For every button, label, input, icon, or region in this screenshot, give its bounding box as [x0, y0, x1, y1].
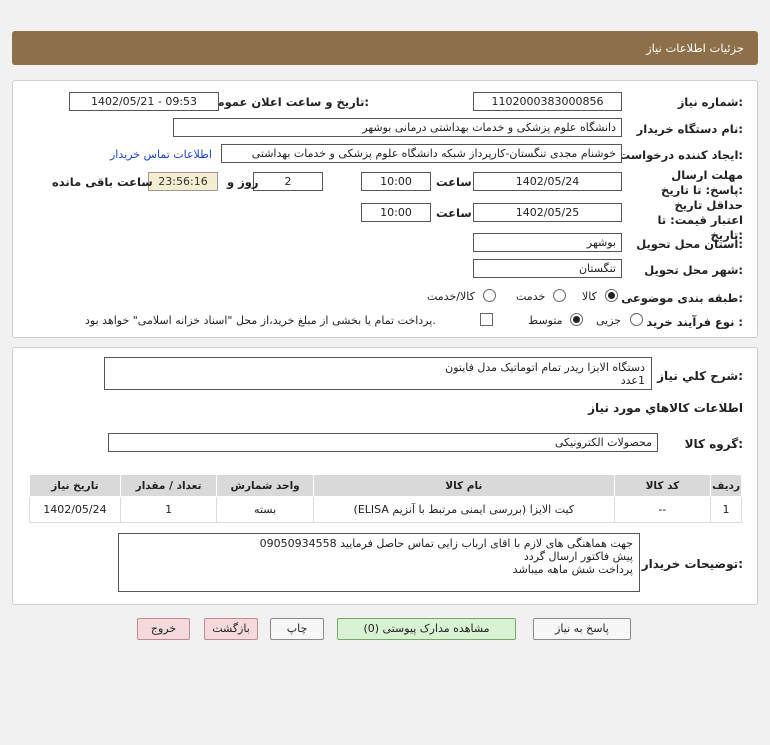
summary-line-1: دستگاه الایزا ریدر تمام اتوماتیک مدل فای…: [445, 361, 645, 374]
goods-table-header: ردیف کد کالا نام کالا واحد شمارش تعداد /…: [29, 474, 742, 497]
summary-field[interactable]: دستگاه الایزا ریدر تمام اتوماتیک مدل فای…: [104, 357, 652, 390]
category-label: طبقه بندی موضوعی:: [621, 291, 743, 305]
need-number-field[interactable]: 1102000383000856: [473, 92, 622, 111]
buyer-label: نام دستگاه خریدار:: [636, 122, 743, 136]
buyer-field[interactable]: دانشگاه علوم پزشکی و خدمات بهداشتی درمان…: [173, 118, 622, 137]
deadline-time-field[interactable]: 10:00: [361, 172, 431, 191]
page-title: جزئیات اطلاعات نیاز: [646, 41, 744, 55]
notes-line-2: پیش فاکتور ارسال گردد: [523, 550, 633, 563]
treasury-payment-checkbox[interactable]: [480, 313, 493, 326]
treasury-payment-note: پرداخت تمام یا بخشی از مبلغ خرید،از محل …: [85, 314, 436, 327]
col-date: تاریخ نیاز: [29, 474, 121, 497]
cell-name: کیت الایزا (بررسی ایمنی مرتبط با آنزیم E…: [312, 496, 615, 523]
city-label: شهر محل تحویل:: [644, 263, 743, 277]
buyer-notes-field[interactable]: جهت هماهنگی های لازم با اقای ارباب زایی …: [118, 533, 640, 592]
deadline-date-field[interactable]: 1402/05/24: [473, 172, 622, 191]
attachments-button[interactable]: مشاهده مدارک پیوستی (0): [337, 618, 516, 640]
process-option-minor: جزیی: [596, 314, 622, 327]
cell-code: --: [613, 496, 712, 523]
col-code: کد کالا: [613, 474, 712, 497]
back-button[interactable]: بازگشت: [204, 618, 258, 640]
province-field[interactable]: بوشهر: [473, 233, 622, 252]
validity-date-field[interactable]: 1402/05/25: [473, 203, 622, 222]
cell-date: 1402/05/24: [29, 496, 121, 523]
announce-field[interactable]: 1402/05/21 - 09:53: [69, 92, 219, 111]
buyer-contact-link[interactable]: اطلاعات تماس خریدار: [110, 148, 212, 161]
process-label: نوع فرآیند خرید :: [646, 315, 743, 329]
col-unit: واحد شمارش: [216, 474, 314, 497]
notes-line-3: پرداخت شش ماهه میباشد: [512, 563, 633, 576]
remaining-label: ساعت باقی مانده: [52, 175, 153, 189]
col-row: ردیف: [710, 474, 742, 497]
category-option-service: خدمت: [516, 290, 546, 303]
need-number-label: شماره نیاز:: [677, 95, 743, 109]
announce-label: تاریخ و ساعت اعلان عمومی:: [205, 95, 369, 109]
requester-label: ایجاد کننده درخواست:: [618, 148, 743, 162]
category-radio-both[interactable]: [483, 289, 496, 302]
goods-section-title: اطلاعات کالاهاي مورد نياز: [588, 401, 743, 415]
category-radio-goods[interactable]: [605, 289, 618, 302]
col-name: نام کالا: [312, 474, 615, 497]
summary-line-2: 1عدد: [620, 374, 645, 387]
reply-button[interactable]: پاسخ به نیاز: [533, 618, 631, 640]
days-field[interactable]: 2: [253, 172, 323, 191]
province-label: استان محل تحویل:: [636, 237, 743, 251]
cell-quantity: 1: [119, 496, 218, 523]
col-quantity: تعداد / مقدار: [119, 474, 218, 497]
deadline-hour-label: ساعت: [436, 175, 472, 189]
process-radio-minor[interactable]: [630, 313, 643, 326]
process-radio-medium[interactable]: [570, 313, 583, 326]
notes-line-1: جهت هماهنگی های لازم با اقای ارباب زایی …: [259, 537, 633, 550]
page-header: جزئیات اطلاعات نیاز: [12, 31, 758, 65]
deadline-label: مهلت ارسال پاسخ: تا تاریخ:: [661, 168, 743, 197]
goods-group-field[interactable]: محصولات الکترونیکی: [108, 433, 658, 452]
cell-row: 1: [710, 496, 742, 523]
days-label: روز و: [227, 175, 259, 189]
city-field[interactable]: تنگستان: [473, 259, 622, 278]
requester-field[interactable]: خوشنام مجدی تنگستان-کارپرداز شبکه دانشگا…: [221, 144, 622, 163]
process-option-medium: متوسط: [528, 314, 563, 327]
goods-group-label: گروه کالا:: [684, 437, 743, 451]
exit-button[interactable]: خروج: [137, 618, 190, 640]
category-option-goods: کالا: [582, 290, 597, 303]
remaining-time-field: 23:56:16: [148, 172, 218, 191]
print-button[interactable]: چاپ: [270, 618, 324, 640]
summary-label: شرح کلي نياز:: [657, 369, 743, 383]
goods-table: ردیف کد کالا نام کالا واحد شمارش تعداد /…: [29, 474, 742, 523]
category-option-both: کالا/خدمت: [427, 290, 475, 303]
buyer-notes-label: توضیحات خریدار:: [641, 557, 743, 571]
validity-time-field[interactable]: 10:00: [361, 203, 431, 222]
cell-unit: بسته: [216, 496, 314, 523]
category-radio-service[interactable]: [553, 289, 566, 302]
table-row[interactable]: 1 -- کیت الایزا (بررسی ایمنی مرتبط با آن…: [29, 496, 742, 523]
validity-hour-label: ساعت: [436, 206, 472, 220]
